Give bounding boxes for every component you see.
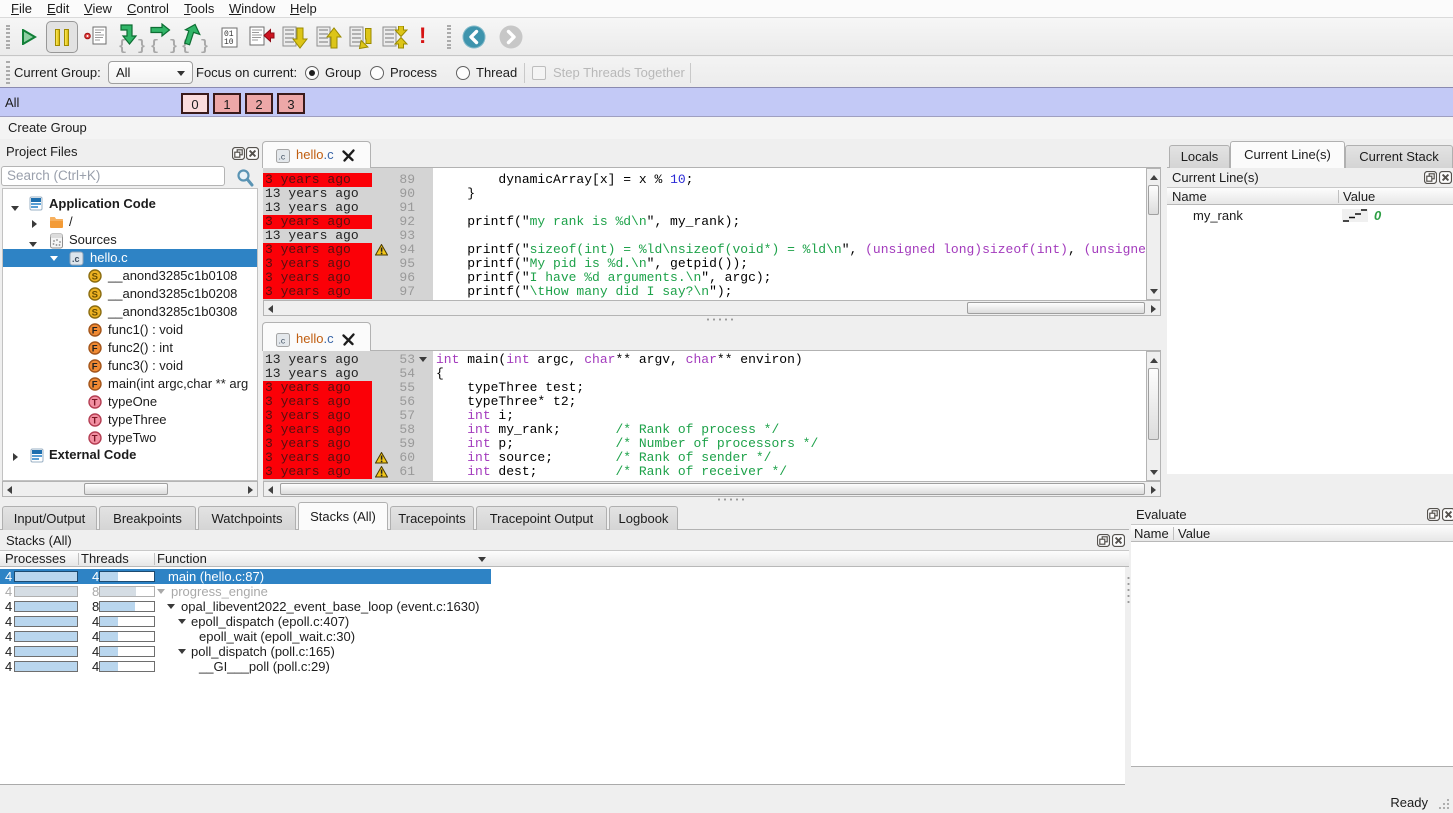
svg-text:}: } [137, 38, 146, 53]
svg-text:10: 10 [224, 38, 234, 47]
svg-text:}: } [200, 38, 209, 53]
svg-text:F: F [92, 380, 98, 391]
svg-text:.c: .c [279, 336, 286, 346]
svg-text:{: { [118, 38, 127, 53]
svg-text:T: T [92, 416, 98, 427]
svg-text:{: { [150, 38, 159, 53]
svg-text:.c: .c [72, 254, 80, 264]
svg-text:F: F [92, 362, 98, 373]
svg-text:S: S [92, 272, 98, 283]
svg-text:S: S [92, 290, 98, 301]
svg-text:T: T [92, 398, 98, 409]
svg-text:S: S [92, 308, 98, 319]
svg-text:T: T [92, 434, 98, 445]
svg-text:}: } [169, 38, 178, 53]
svg-text:F: F [92, 326, 98, 337]
svg-text:F: F [92, 344, 98, 355]
svg-text:.c: .c [279, 152, 286, 162]
